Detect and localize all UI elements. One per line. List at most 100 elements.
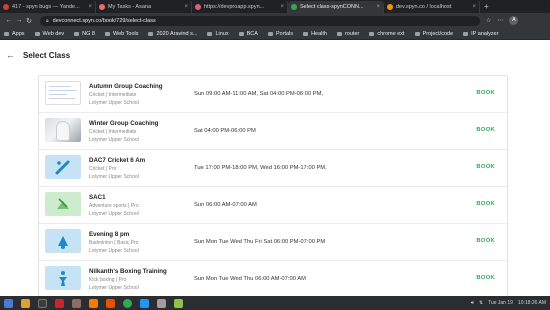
class-thumbnail-document <box>45 81 81 105</box>
back-arrow-icon[interactable]: ← <box>6 50 15 60</box>
terminal-icon[interactable] <box>38 298 47 308</box>
class-row[interactable]: DAC7 Cricket 6 Am Cricket | Pro Lotymer … <box>39 150 509 187</box>
close-tab-icon[interactable]: × <box>88 4 92 10</box>
browser-tab-asana[interactable]: My Tasks - Asana × <box>96 1 192 13</box>
adventure-icon <box>45 192 81 216</box>
address-bar[interactable]: 🔒︎ devconnect.spyn.co/book/729/select-cl… <box>40 15 480 26</box>
close-tab-icon[interactable]: × <box>184 4 188 10</box>
class-school: Lotymer Upper School <box>89 248 139 254</box>
class-title: Winter Group Coaching <box>89 120 159 127</box>
class-school: Lotymer Upper School <box>89 285 139 291</box>
forward-arrow-icon[interactable]: → <box>14 17 24 24</box>
close-tab-icon[interactable]: × <box>472 4 476 10</box>
class-schedule: Tue 17:00 PM-18:00 PM, Wed 16:00 PM-17:0… <box>194 165 327 171</box>
class-sport-level: Cricket | Intermediate <box>89 92 137 98</box>
code-editor-icon[interactable] <box>140 298 149 308</box>
vlc-icon[interactable] <box>89 298 98 308</box>
book-button[interactable]: BOOK <box>476 127 495 133</box>
spyn-favicon-icon <box>291 4 297 10</box>
class-schedule: Sun Mon Tue Wed Thu 06:00 AM-07:00 AM <box>194 276 306 282</box>
bookmark-bca[interactable]: BCA <box>238 31 258 37</box>
class-sport-level: Cricket | Pro <box>89 166 117 172</box>
folder-icon <box>369 31 375 36</box>
bookmark-web-tools[interactable]: Web Tools <box>105 31 138 37</box>
folder-icon <box>303 31 309 36</box>
url-text: devconnect.spyn.co/book/729/select-class <box>52 17 156 24</box>
class-schedule: Sun 09:00 AM-11:00 AM, Sat 04:00 PM-06:0… <box>194 91 324 97</box>
files-icon[interactable] <box>21 298 30 308</box>
taskbar-date: Tue Jan 19 <box>488 300 513 306</box>
extensions-icon[interactable]: ⋯ <box>497 17 503 24</box>
menu-icon[interactable] <box>4 298 13 308</box>
network-icon[interactable]: ⇅ <box>479 300 483 306</box>
class-sport-level: Adventure sports | Pro <box>89 203 139 209</box>
book-button[interactable]: BOOK <box>476 201 495 207</box>
bookmark-linux[interactable]: Linux <box>207 31 229 37</box>
back-arrow-icon[interactable]: ← <box>4 17 14 24</box>
book-button[interactable]: BOOK <box>476 164 495 170</box>
class-row[interactable]: Evening 8 pm Badminton | Basic,Pro Lotym… <box>39 224 509 261</box>
page-header: ← Select Class <box>0 40 550 70</box>
folder-icon <box>463 31 469 36</box>
asana-favicon-icon <box>99 4 105 10</box>
page-title: Select Class <box>23 50 71 60</box>
folder-icon[interactable] <box>72 298 81 308</box>
bookmark-portals[interactable]: Portals <box>267 31 293 37</box>
filezilla-icon[interactable] <box>55 298 64 308</box>
class-row[interactable]: SAC1 Adventure sports | Pro Lotymer Uppe… <box>39 187 509 224</box>
yandex-favicon-icon <box>3 4 9 10</box>
chrome-icon[interactable] <box>123 298 132 308</box>
class-list: Autumn Group Coaching Cricket | Intermed… <box>38 75 509 296</box>
profile-avatar[interactable]: A <box>509 16 519 25</box>
book-button[interactable]: BOOK <box>476 275 495 281</box>
shuttlecock-icon <box>45 229 81 253</box>
class-sport-level: Badminton | Basic,Pro <box>89 240 139 246</box>
browser-tab-yandex[interactable]: 417 - spyn bugs — Yande... × <box>0 1 96 13</box>
class-thumbnail-photo <box>45 118 81 142</box>
cricket-bat-icon <box>45 155 81 179</box>
class-sport-level: Kick boxing | Pro <box>89 277 127 283</box>
book-button[interactable]: BOOK <box>476 90 495 96</box>
folder-icon <box>336 31 342 36</box>
folder-icon <box>414 31 420 36</box>
volume-icon[interactable]: 🔊︎ <box>471 300 474 306</box>
class-row[interactable]: Nilkanth's Boxing Training Kick boxing |… <box>39 261 509 296</box>
bookmark-router[interactable]: router <box>336 31 359 37</box>
folder-icon <box>207 31 213 36</box>
devproapp-favicon-icon <box>195 4 201 10</box>
bookmark-chrome-ext[interactable]: chrome ext <box>369 31 405 37</box>
bookmark-2020[interactable]: 2020 Aravind s... <box>148 31 197 37</box>
app-icon[interactable] <box>174 298 183 308</box>
bookmark-apps[interactable]: Apps <box>4 31 25 37</box>
bookmarks-bar: Apps Web dev NG 8 Web Tools 2020 Aravind… <box>0 28 550 40</box>
bookmark-ng8[interactable]: NG 8 <box>74 31 95 37</box>
folder-icon <box>148 31 154 36</box>
media-icon[interactable] <box>106 298 115 308</box>
bookmark-project-code[interactable]: Project/code <box>414 31 453 37</box>
bookmark-ip-analyzer[interactable]: IP analyzer <box>463 31 499 37</box>
class-school: Lotymer Upper School <box>89 174 139 180</box>
browser-tab-devproapp[interactable]: https://devproapp.spyn... × <box>192 1 288 13</box>
close-tab-icon[interactable]: × <box>280 4 284 10</box>
star-icon[interactable]: ☆ <box>486 17 491 24</box>
class-row[interactable]: Winter Group Coaching Cricket | Intermed… <box>39 113 509 150</box>
folder-icon <box>74 31 80 36</box>
new-tab-button[interactable]: + <box>480 1 493 13</box>
bookmark-health[interactable]: Health <box>303 31 327 37</box>
close-tab-icon[interactable]: × <box>376 4 380 10</box>
class-schedule: Sat 04:00 PM-06:00 PM <box>194 128 256 134</box>
os-taskbar: 🔊︎ ⇅ Tue Jan 19 10:18:26 AM <box>0 296 550 310</box>
bookmark-web-dev[interactable]: Web dev <box>34 31 64 37</box>
browser-tab-select-class[interactable]: Select class-spynCONN... × <box>288 1 384 13</box>
reload-icon[interactable]: ↻ <box>24 17 34 25</box>
class-school: Lotymer Upper School <box>89 100 139 106</box>
phpmyadmin-favicon-icon <box>387 4 393 10</box>
lock-icon: 🔒︎ <box>46 17 49 24</box>
app-icon[interactable] <box>157 298 166 308</box>
class-row[interactable]: Autumn Group Coaching Cricket | Intermed… <box>39 76 509 113</box>
book-button[interactable]: BOOK <box>476 238 495 244</box>
class-schedule: Sun Mon Tue Wed Thu Fri Sat 06:00 PM-07:… <box>194 239 326 245</box>
boxing-icon <box>45 266 81 290</box>
browser-tab-localhost[interactable]: dev.spyn.co / localhost × <box>384 1 480 13</box>
folder-icon <box>238 31 244 36</box>
